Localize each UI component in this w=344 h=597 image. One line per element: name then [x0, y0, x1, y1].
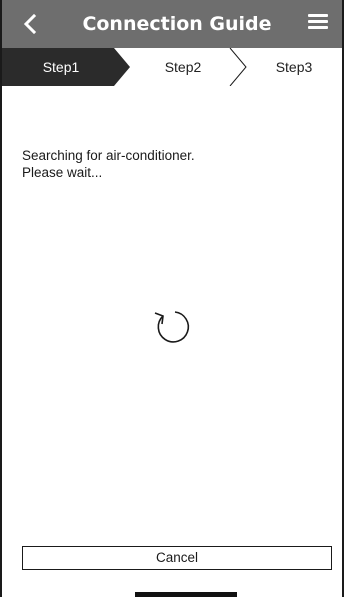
cancel-button[interactable]: Cancel	[22, 546, 332, 570]
connection-guide-screen: Connection Guide Step1 Step2 Step3 Searc…	[0, 0, 344, 597]
hamburger-menu-icon	[308, 14, 328, 29]
status-message-line2: Please wait...	[22, 165, 103, 180]
step-divider-arrow	[229, 48, 247, 86]
title-bar: Connection Guide	[2, 0, 342, 48]
menu-button[interactable]	[308, 14, 328, 34]
home-indicator	[135, 592, 237, 597]
step3-label: Step3	[275, 59, 313, 75]
step1-label: Step1	[42, 59, 80, 75]
step2-label: Step2	[164, 59, 202, 75]
refresh-spinner-icon	[154, 311, 190, 343]
status-message-line1: Searching for air-conditioner.	[22, 148, 195, 163]
page-title: Connection Guide	[82, 13, 272, 35]
step-progress-bar: Step1 Step2 Step3	[2, 48, 342, 86]
status-message: Searching for air-conditioner. Please wa…	[22, 147, 195, 181]
